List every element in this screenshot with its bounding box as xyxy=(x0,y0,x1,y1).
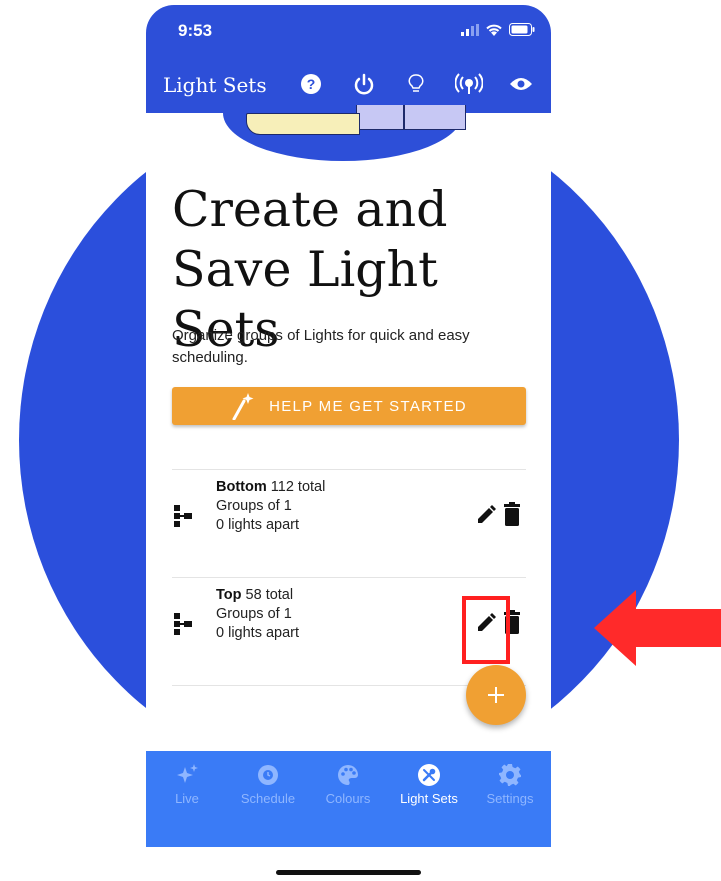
app-title: Light Sets xyxy=(163,73,267,97)
help-icon[interactable]: ? xyxy=(296,69,326,99)
nav-item-settings[interactable]: Settings xyxy=(470,763,550,806)
home-indicator xyxy=(276,870,421,875)
gear-icon xyxy=(499,764,521,786)
highlight-box xyxy=(462,596,510,664)
light-set-name: Bottom xyxy=(216,479,267,495)
delete-icon[interactable] xyxy=(502,502,522,526)
nav-item-schedule[interactable]: Schedule xyxy=(228,763,308,806)
broadcast-icon[interactable] xyxy=(454,69,484,99)
edit-icon[interactable] xyxy=(475,504,497,526)
nav-item-light-sets[interactable]: Light Sets xyxy=(389,763,469,806)
bulb-icon[interactable] xyxy=(401,69,431,99)
nav-label: Settings xyxy=(486,791,534,806)
light-set-total: 112 total xyxy=(270,479,326,495)
wifi-icon xyxy=(486,24,502,36)
tools-icon xyxy=(418,764,440,786)
nav-label: Light Sets xyxy=(400,791,458,806)
magic-wand-icon xyxy=(232,393,254,420)
nav-label: Live xyxy=(175,791,199,806)
light-set-details: Bottom 112 total Groups of 1 0 lights ap… xyxy=(216,478,325,535)
phone-screen: 9:53 Light Sets ? Create and Save Light … xyxy=(146,5,551,881)
headline-line-1: Create and xyxy=(172,181,448,238)
page-subtitle: Organize groups of Lights for quick and … xyxy=(172,327,470,366)
plus-icon xyxy=(488,687,504,703)
eye-icon[interactable] xyxy=(506,69,536,99)
list-item[interactable]: Bottom 112 total Groups of 1 0 lights ap… xyxy=(172,470,526,570)
status-icons xyxy=(461,23,535,36)
light-set-name: Top xyxy=(216,587,242,603)
nav-item-live[interactable]: Live xyxy=(147,763,227,806)
light-set-groups: Groups of 1 xyxy=(216,606,292,622)
nav-label: Schedule xyxy=(240,791,296,806)
app-bar-actions: ? xyxy=(296,69,536,99)
power-icon[interactable] xyxy=(349,69,379,99)
light-set-total: 58 total xyxy=(245,587,294,603)
schedule-icon xyxy=(258,765,278,785)
svg-text:?: ? xyxy=(307,76,316,92)
light-set-groups: Groups of 1 xyxy=(216,498,292,514)
nav-item-colours[interactable]: Colours xyxy=(308,763,388,806)
add-light-set-button[interactable] xyxy=(466,665,526,725)
nav-label: Colours xyxy=(325,791,371,806)
illustration-hand xyxy=(246,113,360,135)
help-me-get-started-button[interactable]: HELP ME GET STARTED xyxy=(172,387,526,425)
battery-icon xyxy=(509,23,535,36)
status-time: 9:53 xyxy=(178,21,213,40)
light-set-spacing: 0 lights apart xyxy=(216,625,300,641)
status-bar: 9:53 xyxy=(146,5,551,63)
signal-icon xyxy=(461,23,479,36)
light-set-spacing: 0 lights apart xyxy=(216,517,300,533)
pointer-arrow xyxy=(594,590,721,666)
palette-icon xyxy=(338,765,358,785)
help-button-label: HELP ME GET STARTED xyxy=(269,397,467,415)
hierarchy-icon xyxy=(174,613,192,635)
illustration-panel xyxy=(356,105,466,130)
light-set-details: Top 58 total Groups of 1 0 lights apart xyxy=(216,586,299,643)
illustration-divider xyxy=(403,105,405,129)
bottom-nav: Live Schedule Colours Light Sets Setting… xyxy=(146,751,551,847)
sparkles-icon xyxy=(177,764,198,783)
hierarchy-icon xyxy=(174,505,192,527)
